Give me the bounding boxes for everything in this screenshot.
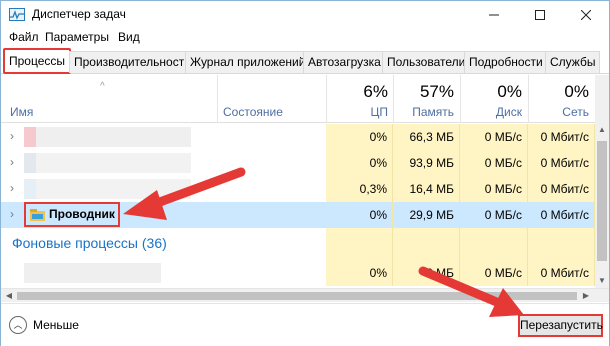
fewer-details-link[interactable]: Меньше — [33, 318, 79, 332]
restart-button[interactable]: Перезапустить — [518, 314, 603, 337]
blurred-app-icon — [24, 127, 36, 147]
footer-bar: ︿ Меньше Перезапустить — [1, 303, 609, 346]
blurred-app-name — [36, 153, 191, 173]
cpu-cell: 0% — [326, 150, 393, 176]
task-manager-icon — [9, 8, 25, 21]
window-title: Диспетчер задач — [32, 7, 126, 21]
menu-view[interactable]: Вид — [118, 30, 140, 44]
column-divider[interactable] — [217, 75, 218, 123]
disk-cell: 0 МБ/с — [460, 176, 528, 202]
column-memory[interactable]: Память — [398, 105, 454, 119]
process-name: Проводник — [49, 207, 115, 221]
process-list: › 0% 66,3 МБ 0 МБ/с 0 Мбит/с › 0% 93,9 М… — [1, 124, 595, 289]
title-bar: Диспетчер задач — [1, 1, 609, 28]
memory-cell — [393, 228, 460, 260]
disk-cell — [460, 228, 528, 260]
task-manager-window: Диспетчер задач Файл Параметры Вид Проце… — [0, 0, 610, 346]
blurred-app-name — [36, 179, 191, 199]
network-cell: 0 Мбит/с — [528, 202, 595, 228]
network-cell: 0 Мбит/с — [528, 176, 595, 202]
tab-app-history[interactable]: Журнал приложений — [185, 51, 311, 73]
minimize-icon — [489, 14, 499, 15]
cpu-cell: 0% — [326, 124, 393, 150]
maximize-button[interactable] — [517, 1, 563, 28]
table-row-explorer[interactable]: › Проводник 0% 29,9 МБ 0 МБ/с 0 Мбит/с — [1, 202, 595, 228]
expand-chevron-icon[interactable]: › — [10, 181, 14, 195]
column-cpu[interactable]: ЦП — [331, 105, 388, 119]
column-divider[interactable] — [460, 75, 461, 123]
blurred-app-name — [24, 263, 161, 283]
column-state[interactable]: Состояние — [223, 105, 283, 119]
column-divider[interactable] — [326, 75, 327, 123]
network-total: 0% — [564, 82, 589, 101]
close-icon — [581, 9, 591, 20]
table-row[interactable]: › 0% 66,3 МБ 0 МБ/с 0 Мбит/с — [1, 124, 595, 150]
sort-up-icon: ^ — [100, 81, 105, 92]
column-divider[interactable] — [528, 75, 529, 123]
cpu-cell — [326, 228, 393, 260]
disk-cell: 0 МБ/с — [460, 150, 528, 176]
network-cell: 0 Мбит/с — [528, 150, 595, 176]
vertical-scrollbar[interactable]: ▲ ▼ — [595, 75, 609, 288]
scroll-down-icon[interactable]: ▼ — [595, 274, 609, 288]
network-cell: 0 Мбит/с — [528, 124, 595, 150]
scroll-up-icon[interactable]: ▲ — [595, 123, 609, 137]
cpu-cell: 0,3% — [326, 176, 393, 202]
memory-total: 57% — [419, 82, 454, 101]
column-name[interactable]: Имя — [10, 105, 33, 119]
blurred-app-icon — [24, 179, 36, 199]
background-processes-heading: Фоновые процессы (36) — [12, 235, 167, 251]
collapse-chevron-icon[interactable]: ︿ — [9, 316, 27, 334]
tab-details[interactable]: Подробности — [464, 51, 548, 73]
scroll-thumb[interactable] — [17, 292, 577, 300]
column-network[interactable]: Сеть — [532, 105, 589, 119]
minimize-button[interactable] — [471, 1, 517, 28]
tab-startup[interactable]: Автозагрузка — [303, 51, 386, 73]
disk-cell: 0 МБ/с — [460, 124, 528, 150]
expand-chevron-icon[interactable]: › — [10, 207, 14, 221]
tab-performance[interactable]: Производительность — [69, 51, 196, 73]
memory-cell: 66,3 МБ — [393, 124, 460, 150]
tab-processes[interactable]: Процессы — [3, 48, 72, 74]
column-disk[interactable]: Диск — [465, 105, 522, 119]
tab-strip: Процессы Производительность Журнал прило… — [1, 48, 609, 74]
memory-cell: 29,9 МБ — [393, 202, 460, 228]
network-cell: 0 Мбит/с — [528, 260, 595, 286]
disk-cell: 0 МБ/с — [460, 202, 528, 228]
cpu-cell: 0% — [326, 260, 393, 286]
close-button[interactable] — [563, 1, 609, 28]
group-header-row[interactable]: Фоновые процессы (36) — [1, 228, 595, 260]
disk-cell: 0 МБ/с — [460, 260, 528, 286]
network-cell — [528, 228, 595, 260]
menu-bar: Файл Параметры Вид — [1, 28, 609, 47]
scroll-left-icon[interactable]: ◀ — [2, 289, 16, 303]
expand-chevron-icon[interactable]: › — [10, 129, 14, 143]
cpu-cell: 0% — [326, 202, 393, 228]
column-header: ^ Имя Состояние 6% ЦП 57% Память 0% Диск… — [1, 75, 609, 123]
memory-cell: 16,4 МБ — [393, 176, 460, 202]
memory-cell: 2 МБ — [393, 260, 460, 286]
folder-icon — [30, 209, 45, 221]
tab-services[interactable]: Службы — [545, 51, 601, 73]
table-row[interactable]: 0% 2 МБ 0 МБ/с 0 Мбит/с — [1, 260, 595, 286]
column-divider[interactable] — [393, 75, 394, 123]
table-row[interactable]: › 0,3% 16,4 МБ 0 МБ/с 0 Мбит/с — [1, 176, 595, 202]
expand-chevron-icon[interactable]: › — [10, 155, 14, 169]
tab-users[interactable]: Пользователи — [382, 51, 471, 73]
cpu-total: 6% — [363, 82, 388, 101]
blurred-app-icon — [24, 153, 36, 173]
blurred-app-name — [36, 127, 191, 147]
disk-total: 0% — [497, 82, 522, 101]
menu-options[interactable]: Параметры — [45, 30, 109, 44]
horizontal-scrollbar[interactable]: ◀ ▶ — [1, 288, 609, 302]
memory-cell: 93,9 МБ — [393, 150, 460, 176]
table-row[interactable]: › 0% 93,9 МБ 0 МБ/с 0 Мбит/с — [1, 150, 595, 176]
menu-file[interactable]: Файл — [9, 30, 39, 44]
scroll-right-icon[interactable]: ▶ — [579, 289, 593, 303]
maximize-icon — [535, 9, 545, 20]
scroll-thumb[interactable] — [597, 141, 607, 261]
